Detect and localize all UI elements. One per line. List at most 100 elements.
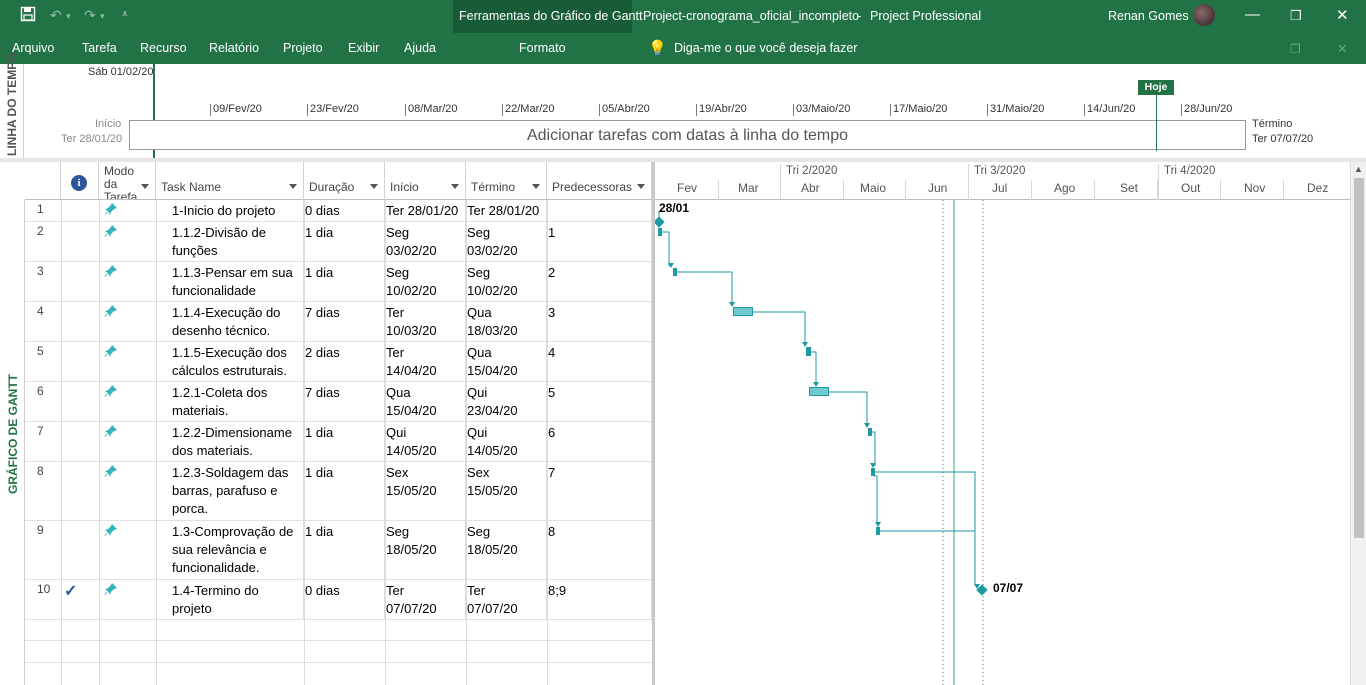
finish-column-header[interactable]: Término [466, 162, 547, 200]
tab-formato[interactable]: Formato [519, 41, 566, 55]
cell-pred[interactable]: 8;9 [545, 580, 652, 620]
tab-projeto[interactable]: Projeto [283, 41, 323, 55]
cell-pred[interactable]: 3 [545, 302, 652, 342]
tab-exibir[interactable]: Exibir [348, 41, 379, 55]
cell-pred[interactable]: 7 [545, 462, 652, 521]
cell-name[interactable]: 1.1.3-Pensar em sua funcionalidade [169, 262, 304, 302]
cell-start[interactable]: Seg 10/02/20 [383, 262, 466, 302]
cell-name[interactable]: 1.1.2-Divisão de funções [169, 222, 304, 262]
scroll-up-icon[interactable]: ▲ [1354, 164, 1363, 174]
cell-finish[interactable]: Qua 18/03/20 [464, 302, 547, 342]
cell-duration[interactable]: 1 dia [302, 462, 385, 521]
restore-icon[interactable]: ❐ [1290, 8, 1302, 24]
cell-pred[interactable]: 5 [545, 382, 652, 422]
gantt-task-bar[interactable] [809, 387, 829, 396]
cell-start[interactable]: Ter 07/07/20 [383, 580, 466, 620]
gantt-task-bar[interactable] [673, 268, 677, 276]
mode-column-header[interactable]: Modo da Tarefa [99, 162, 156, 200]
cell-finish[interactable]: Qui 14/05/20 [464, 422, 547, 462]
cell-start[interactable]: Ter 14/04/20 [383, 342, 466, 382]
cell-start[interactable]: Ter 10/03/20 [383, 302, 466, 342]
cell-name[interactable]: 1.1.5-Execução dos cálculos estruturais. [169, 342, 304, 382]
row-number[interactable]: 2 [0, 224, 60, 238]
cell-name[interactable]: 1-Inicio do projeto [169, 200, 304, 222]
redo-dropdown-icon[interactable]: ▾ [100, 11, 105, 22]
gantt-chart[interactable]: Tri 2/2020 Tri 3/2020 Tri 4/2020 Fev Mar Abr M… [655, 162, 1350, 685]
cell-finish[interactable]: Qui 23/04/20 [464, 382, 547, 422]
cell-duration[interactable]: 1 dia [302, 222, 385, 262]
cell-duration[interactable]: 7 dias [302, 382, 385, 422]
predecessors-column-header[interactable]: Predecessoras [547, 162, 652, 200]
ribbon-restore-icon[interactable]: ❐ [1290, 42, 1301, 56]
chevron-down-icon[interactable] [637, 184, 645, 189]
gantt-task-bar[interactable] [733, 307, 753, 316]
cell-start[interactable]: Qui 14/05/20 [383, 422, 466, 462]
cell-duration[interactable]: 1 dia [302, 262, 385, 302]
gantt-task-bar[interactable] [806, 347, 811, 356]
cell-start[interactable]: Seg 18/05/20 [383, 521, 466, 580]
cell-finish[interactable]: Seg 03/02/20 [464, 222, 547, 262]
redo-icon[interactable]: ↷ [84, 7, 96, 24]
cell-name[interactable]: 1.1.4-Execução do desenho técnico. [169, 302, 304, 342]
chevron-down-icon[interactable] [370, 184, 378, 189]
cell-pred[interactable]: 2 [545, 262, 652, 302]
cell-duration[interactable]: 1 dia [302, 422, 385, 462]
timeline-pane[interactable]: LINHA DO TEMPO Sáb 01/02/20 09/Fev/20 23/… [0, 52, 1366, 158]
tell-me-box[interactable]: Diga-me o que você deseja fazer [674, 41, 857, 55]
cell-start[interactable]: Qua 15/04/20 [383, 382, 466, 422]
cell-name[interactable]: 1.2.2-Dimensioname dos materiais. [169, 422, 304, 462]
ribbon-close-icon[interactable]: ✕ [1337, 41, 1347, 56]
gantt-task-bar[interactable] [876, 527, 880, 535]
tab-tarefa[interactable]: Tarefa [82, 41, 117, 55]
customize-toolbar-icon[interactable]: ⩡ [122, 9, 128, 20]
save-icon[interactable] [20, 6, 36, 25]
row-number[interactable]: 4 [0, 304, 60, 318]
chevron-down-icon[interactable] [451, 184, 459, 189]
vertical-scrollbar[interactable]: ▲ [1350, 162, 1366, 685]
undo-dropdown-icon[interactable]: ▾ [66, 11, 71, 22]
chevron-down-icon[interactable] [141, 184, 149, 189]
row-number[interactable]: 7 [0, 424, 60, 438]
info-column-header[interactable]: i [61, 162, 99, 200]
timeline-bar[interactable]: Adicionar tarefas com datas à linha do t… [129, 120, 1246, 150]
cell-finish[interactable]: Sex 15/05/20 [464, 462, 547, 521]
gantt-task-bar[interactable] [871, 468, 875, 476]
row-number-header[interactable] [25, 162, 61, 200]
cell-finish[interactable]: Ter 28/01/20 [464, 200, 547, 222]
row-number[interactable]: 9 [0, 523, 60, 537]
cell-name[interactable]: 1.2.3-Soldagem das barras, parafuso e porc… [169, 462, 304, 521]
user-name[interactable]: Renan Gomes [1108, 9, 1189, 23]
name-column-header[interactable]: Task Name [156, 162, 304, 200]
cell-finish[interactable]: Seg 10/02/20 [464, 262, 547, 302]
chevron-down-icon[interactable] [289, 184, 297, 189]
minimize-icon[interactable]: — [1245, 6, 1260, 23]
chevron-down-icon[interactable] [532, 184, 540, 189]
cell-pred[interactable]: 4 [545, 342, 652, 382]
scrollbar-thumb[interactable] [1354, 178, 1364, 538]
start-column-header[interactable]: Início [385, 162, 466, 200]
undo-icon[interactable]: ↶ [50, 7, 62, 24]
cell-start[interactable]: Sex 15/05/20 [383, 462, 466, 521]
row-number[interactable]: 10 [0, 582, 60, 596]
cell-name[interactable]: 1.4-Termino do projeto [169, 580, 304, 620]
cell-pred[interactable]: 6 [545, 422, 652, 462]
avatar[interactable] [1193, 4, 1215, 26]
cell-finish[interactable]: Ter 07/07/20 [464, 580, 547, 620]
cell-duration[interactable]: 0 dias [302, 200, 385, 222]
cell-finish[interactable]: Qua 15/04/20 [464, 342, 547, 382]
tab-recurso[interactable]: Recurso [140, 41, 187, 55]
gantt-task-bar[interactable] [658, 228, 662, 236]
gantt-task-bar[interactable] [868, 428, 872, 436]
cell-pred[interactable]: 1 [545, 222, 652, 262]
cell-duration[interactable]: 2 dias [302, 342, 385, 382]
cell-duration[interactable]: 1 dia [302, 521, 385, 580]
row-number[interactable]: 1 [0, 202, 60, 216]
row-number[interactable]: 8 [0, 464, 60, 478]
row-number[interactable]: 6 [0, 384, 60, 398]
cell-duration[interactable]: 7 dias [302, 302, 385, 342]
tab-relatorio[interactable]: Relatório [209, 41, 259, 55]
cell-start[interactable]: Seg 03/02/20 [383, 222, 466, 262]
row-number[interactable]: 3 [0, 264, 60, 278]
cell-duration[interactable]: 0 dias [302, 580, 385, 620]
duration-column-header[interactable]: Duração [304, 162, 385, 200]
